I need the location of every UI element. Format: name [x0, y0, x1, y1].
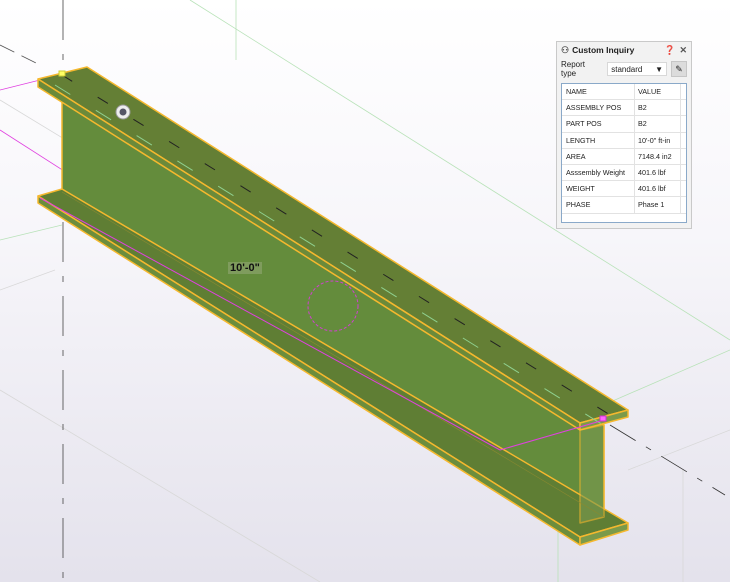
row-name: ASSEMBLY POS: [562, 100, 635, 116]
length-dimension: 10'-0": [228, 262, 262, 274]
report-type-select[interactable]: standard ▼: [607, 62, 668, 76]
report-type-label: Report type: [561, 60, 586, 78]
panel-title: Custom Inquiry: [572, 45, 635, 55]
row-value: 401.6 lbf: [635, 164, 681, 181]
row-value: 10'-0" ft-in: [635, 132, 681, 148]
column-header-name[interactable]: NAME: [562, 84, 635, 100]
help-icon[interactable]: ❓: [664, 45, 675, 56]
inquiry-icon: ⚇: [561, 44, 570, 55]
row-value: 401.6 lbf: [635, 181, 681, 197]
report-type-row: Report type standard ▼ ✎: [557, 58, 691, 80]
start-point-marker[interactable]: [58, 70, 66, 77]
table-row[interactable]: ASSEMBLY POS B2: [562, 100, 686, 117]
edit-button[interactable]: ✎: [671, 61, 687, 77]
table-row[interactable]: LENGTH 10'-0" ft-in: [562, 132, 686, 149]
custom-inquiry-panel: ⚇ Custom Inquiry ❓ ✕ Report type standar…: [556, 41, 692, 229]
steel-beam[interactable]: [37, 66, 629, 546]
column-header-value[interactable]: VALUE: [635, 84, 681, 100]
report-type-value: standard: [611, 64, 643, 74]
row-name: LENGTH: [562, 132, 635, 148]
close-icon[interactable]: ✕: [679, 45, 687, 56]
pencil-icon: ✎: [675, 63, 683, 74]
end-point-marker[interactable]: [599, 415, 607, 422]
table-row[interactable]: AREA 7148.4 in2: [562, 148, 686, 165]
row-name: PHASE: [562, 197, 635, 213]
row-value: 7148.4 in2: [635, 148, 681, 164]
row-value: B2: [635, 116, 681, 132]
web-end: [579, 424, 605, 524]
panel-header: ⚇ Custom Inquiry ❓ ✕: [557, 42, 691, 58]
table-row[interactable]: PHASE Phase 1: [562, 197, 686, 214]
row-name: PART POS: [562, 116, 635, 132]
table-header: NAME VALUE: [562, 84, 686, 101]
handle-marker[interactable]: [115, 104, 131, 120]
row-value: Phase 1: [635, 197, 681, 213]
row-name: Asssembly Weight: [562, 164, 635, 181]
table-row[interactable]: WEIGHT 401.6 lbf: [562, 181, 686, 198]
web-face: [61, 94, 605, 518]
row-name: AREA: [562, 148, 635, 164]
row-name: WEIGHT: [562, 181, 635, 197]
inquiry-table: NAME VALUE ASSEMBLY POS B2 PART POS B2 LENGT…: [561, 83, 687, 223]
table-row[interactable]: PART POS B2: [562, 116, 686, 133]
row-value: B2: [635, 100, 681, 116]
table-row[interactable]: Asssembly Weight 401.6 lbf: [562, 164, 686, 182]
chevron-down-icon: ▼: [655, 64, 664, 74]
